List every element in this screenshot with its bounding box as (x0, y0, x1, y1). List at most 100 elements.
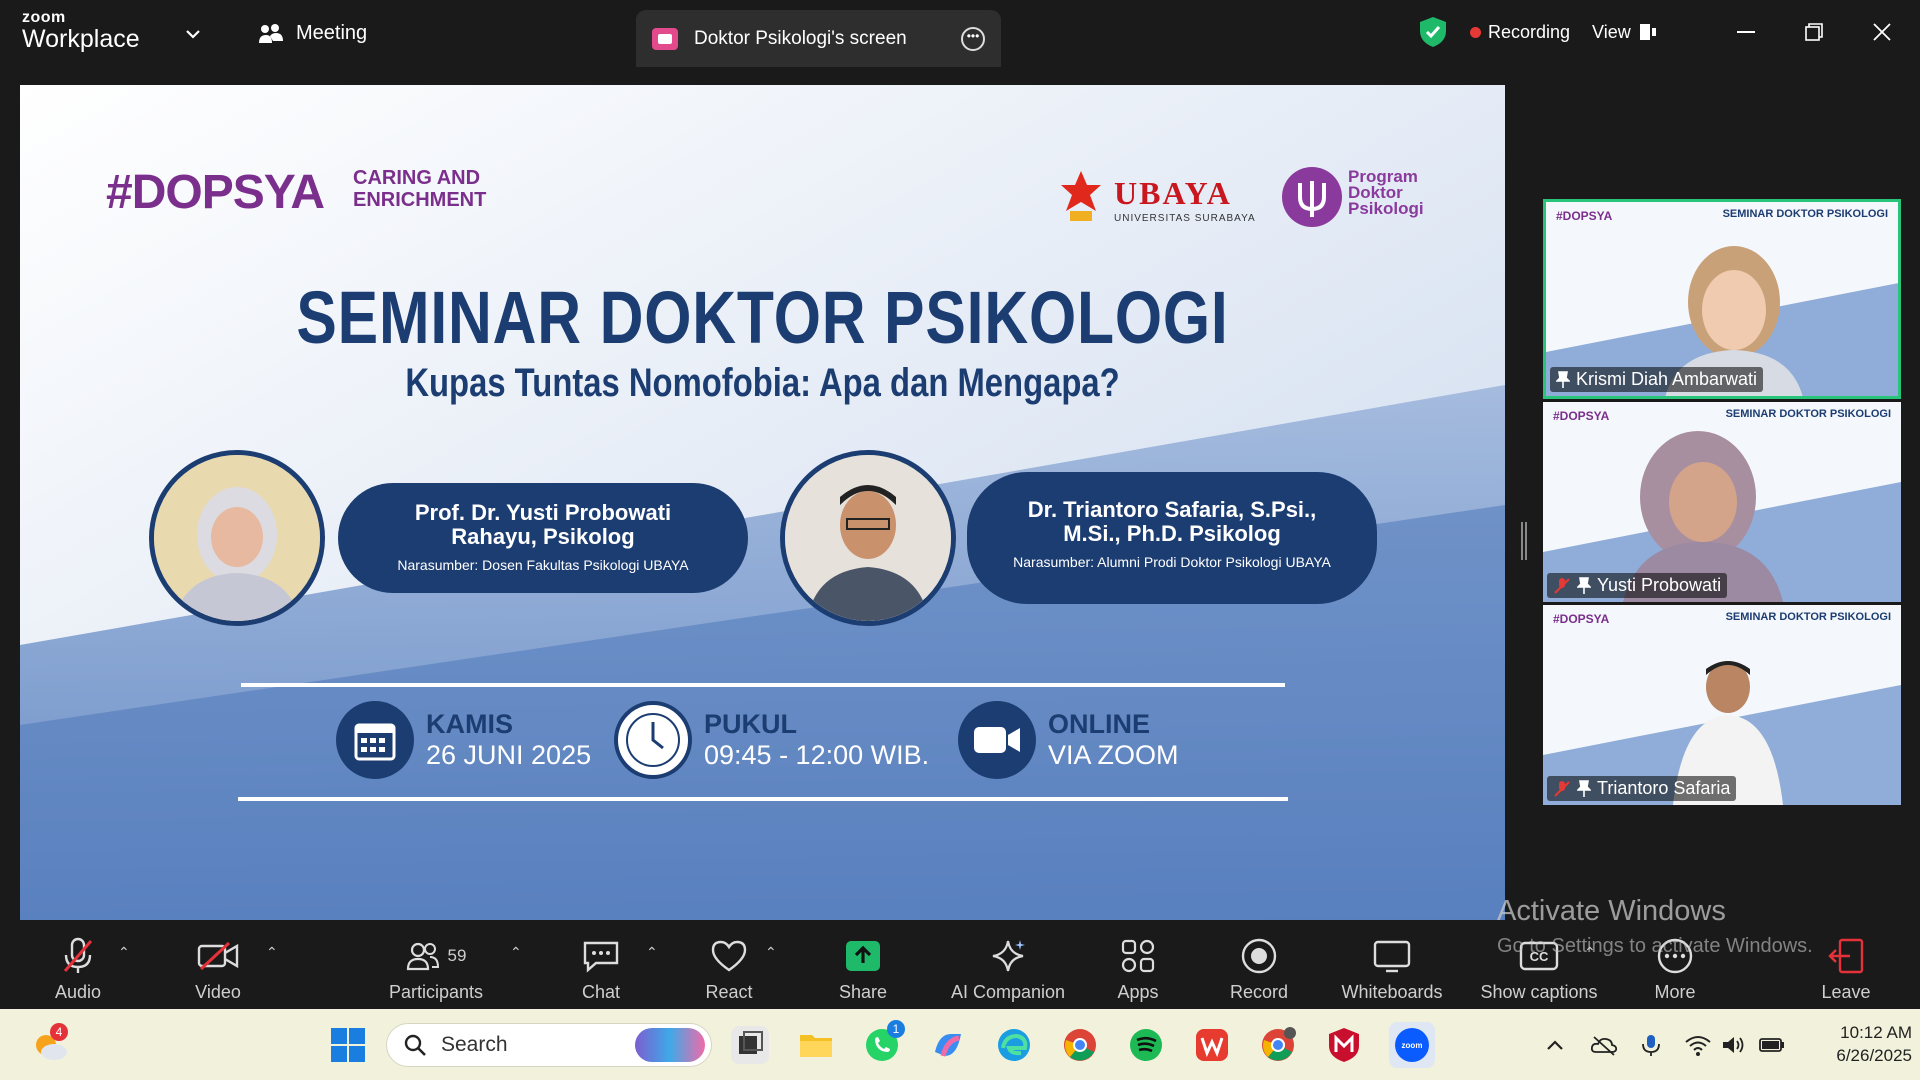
tile-2-slide-title: SEMINAR DOKTOR PSIKOLOGI (1725, 408, 1891, 420)
taskbar-search[interactable]: Search (386, 1023, 712, 1067)
task-view-icon[interactable] (731, 1026, 769, 1064)
whatsapp-icon[interactable]: 1 (863, 1020, 905, 1064)
react-label: React (705, 982, 753, 1002)
copilot-icon[interactable] (929, 1026, 967, 1064)
participants-options-caret-icon[interactable]: ⌃ (510, 944, 522, 961)
ubaya-name: UBAYA (1114, 175, 1232, 211)
psychology-logo-icon (1282, 167, 1342, 227)
participant-name-tag: Yusti Probowati (1547, 573, 1728, 598)
whiteboard-icon (1373, 940, 1411, 973)
whiteboards-label: Whiteboards (1341, 982, 1443, 1002)
whiteboards-button[interactable]: Whiteboards (1338, 936, 1446, 1003)
recording-dot-icon (1470, 26, 1481, 38)
mic-muted-icon (1554, 577, 1570, 594)
screen-tab-label: Doktor Psikologi's screen (694, 27, 907, 49)
apps-button[interactable]: Apps (1113, 936, 1163, 1003)
seminar-subtitle: Kupas Tuntas Nomofobia: Apa dan Mengapa? (405, 361, 1120, 405)
volume-icon[interactable] (1720, 1033, 1746, 1057)
event-day: KAMIS 26 JUNI 2025 (336, 701, 591, 779)
chat-options-caret-icon[interactable]: ⌃ (646, 944, 658, 961)
show-captions-label: Show captions (1480, 982, 1598, 1002)
search-highlight-icon (635, 1028, 705, 1062)
weather-widget[interactable]: 4 (30, 1023, 70, 1065)
react-options-caret-icon[interactable]: ⌃ (765, 944, 777, 961)
pin-icon (1577, 576, 1591, 594)
tile-3-slide-title: SEMINAR DOKTOR PSIKOLOGI (1725, 611, 1891, 623)
participant-name: Yusti Probowati (1597, 575, 1722, 595)
zoom-app-icon[interactable]: zoom (1389, 1022, 1435, 1068)
calendar-icon (336, 701, 414, 779)
spotify-icon[interactable] (1127, 1026, 1165, 1064)
mic-muted-icon (1554, 780, 1570, 797)
minimize-icon[interactable] (1730, 18, 1762, 46)
file-explorer-icon[interactable] (797, 1026, 835, 1064)
meeting-label: Meeting (296, 22, 368, 44)
security-shield-icon[interactable] (1418, 16, 1448, 48)
leave-button[interactable]: Leave (1818, 936, 1874, 1003)
battery-icon[interactable] (1758, 1033, 1784, 1057)
ai-companion-button[interactable]: AI Companion (946, 936, 1070, 1003)
panel-resize-handle[interactable] (1521, 522, 1527, 560)
restore-icon[interactable] (1798, 18, 1830, 46)
divider-bottom (238, 797, 1288, 801)
apps-icon (1121, 939, 1155, 973)
video-off-icon (197, 941, 239, 971)
view-button[interactable]: View (1592, 22, 1657, 43)
speaker-1-photo (149, 450, 325, 626)
audio-options-caret-icon[interactable]: ⌃ (118, 944, 130, 961)
logo-workplace-text: Workplace (22, 25, 140, 53)
window-controls (1730, 18, 1898, 46)
onedrive-offline-icon[interactable] (1590, 1033, 1618, 1057)
mic-muted-icon (63, 937, 93, 973)
audio-button[interactable]: Audio (50, 936, 106, 1003)
shared-screen-slide: #DOPSYA CARING AND ENRICHMENT UBAYA UNIV… (20, 85, 1505, 920)
chevron-down-icon[interactable] (183, 24, 203, 44)
record-button[interactable]: Record (1226, 936, 1292, 1003)
microphone-icon[interactable] (1638, 1033, 1664, 1057)
video-options-caret-icon[interactable]: ⌃ (266, 944, 278, 961)
participant-tile-1[interactable]: #DOPSYA SEMINAR DOKTOR PSIKOLOGI Krismi … (1543, 199, 1901, 399)
chat-button[interactable]: Chat (578, 936, 624, 1003)
search-placeholder: Search (441, 1033, 508, 1056)
tile-2-video (1543, 402, 1901, 602)
brand-sub-line-1: CARING AND (353, 167, 481, 189)
wifi-icon[interactable] (1684, 1033, 1711, 1057)
video-label: Video (195, 982, 241, 1002)
clock-date: 6/26/2025 (1836, 1046, 1912, 1065)
event-date: 26 JUNI 2025 (426, 740, 592, 770)
taskbar-clock[interactable]: 10:12 AM 6/26/2025 (1822, 1021, 1912, 1067)
participant-tile-2[interactable]: #DOPSYA SEMINAR DOKTOR PSIKOLOGI Yusti P… (1543, 402, 1901, 602)
edge-icon[interactable] (995, 1026, 1033, 1064)
seminar-title: SEMINAR DOKTOR PSIKOLOGI (296, 276, 1229, 359)
react-button[interactable]: React (700, 936, 758, 1003)
participants-icon (406, 942, 439, 971)
chrome-profile-icon[interactable] (1259, 1026, 1297, 1064)
speaker-2-name: Dr. Triantoro Safaria, S.Psi., M.Si., Ph… (1027, 497, 1317, 546)
participant-tile-3[interactable]: #DOPSYA SEMINAR DOKTOR PSIKOLOGI Trianto… (1543, 605, 1901, 805)
wps-office-icon[interactable] (1193, 1026, 1231, 1064)
clock-icon (614, 701, 692, 779)
more-options-icon[interactable]: ••• (961, 26, 985, 51)
close-icon[interactable] (1866, 18, 1898, 46)
participant-name-tag: Triantoro Safaria (1547, 776, 1737, 801)
tile-3-video (1543, 605, 1901, 805)
dopsya-brand: #DOPSYA (106, 166, 325, 219)
participant-name-tag: Krismi Diah Ambarwati (1550, 367, 1764, 392)
event-time: PUKUL 09:45 - 12:00 WIB. (614, 701, 929, 779)
video-button[interactable]: Video (190, 936, 246, 1003)
share-button[interactable]: Share (835, 936, 891, 1003)
share-screen-icon (846, 941, 880, 971)
recording-indicator[interactable]: Recording (1470, 22, 1570, 43)
chevron-up-icon[interactable] (1542, 1033, 1568, 1057)
start-button[interactable] (330, 1027, 366, 1068)
chrome-icon[interactable] (1061, 1026, 1099, 1064)
meeting-menu[interactable]: Meeting (258, 22, 367, 45)
ai-sparkle-icon (992, 940, 1025, 972)
participants-button[interactable]: 59 Participants (386, 936, 486, 1003)
more-label: More (1654, 982, 1696, 1002)
screen-share-tab[interactable]: Doktor Psikologi's screen ••• (636, 10, 1001, 67)
mcafee-icon[interactable] (1325, 1026, 1363, 1064)
tile-3-brand: #DOPSYA (1553, 612, 1610, 626)
screen-share-icon (652, 27, 678, 50)
tile-2-brand: #DOPSYA (1553, 409, 1610, 423)
